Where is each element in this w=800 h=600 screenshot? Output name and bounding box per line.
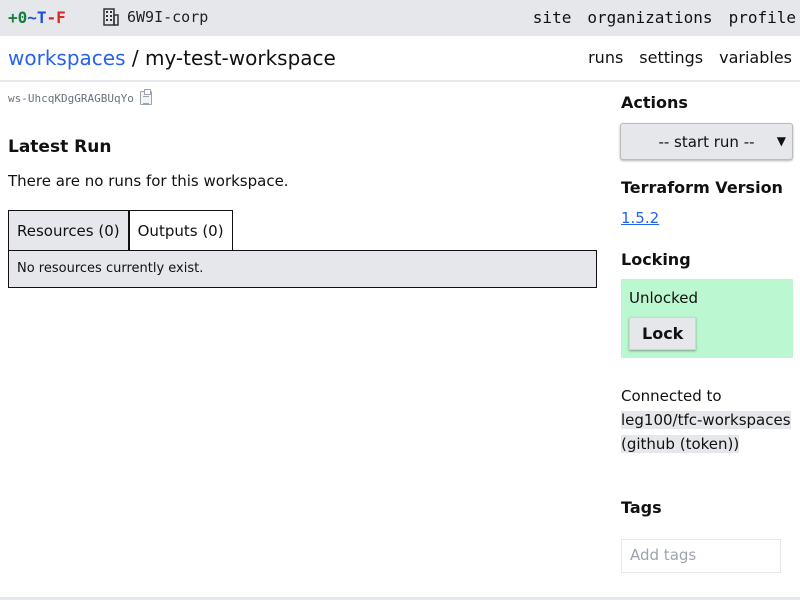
resource-tabs: Resources (0) Outputs (0) xyxy=(8,210,233,250)
tab-runs[interactable]: runs xyxy=(588,48,623,67)
lock-status-box: Unlocked Lock xyxy=(621,279,793,358)
page-header: workspaces / my-test-workspace runs sett… xyxy=(0,36,800,82)
breadcrumb-separator: / xyxy=(131,46,139,70)
lock-button[interactable]: Lock xyxy=(629,317,697,350)
tab-variables[interactable]: variables xyxy=(719,48,792,67)
vcs-connection: Connected to leg100/tfc-workspaces (gith… xyxy=(621,384,793,456)
tags-input[interactable]: Add tags xyxy=(621,539,781,573)
tab-resources[interactable]: Resources (0) xyxy=(8,210,129,250)
actions-heading: Actions xyxy=(621,93,688,112)
nav-profile[interactable]: profile xyxy=(729,8,796,27)
start-run-select[interactable]: -- start run -- ▼ xyxy=(620,123,793,160)
logo-plus: +0 xyxy=(8,8,28,27)
terraform-version-heading: Terraform Version xyxy=(621,178,783,197)
organization-link[interactable]: 6W9I-corp xyxy=(103,8,208,26)
locking-heading: Locking xyxy=(621,250,691,269)
tab-outputs[interactable]: Outputs (0) xyxy=(128,210,233,250)
workspace-title: my-test-workspace xyxy=(144,46,336,70)
start-run-selected: -- start run -- xyxy=(658,132,755,151)
top-bar: +0~T-F 6W9I-corp site organizations prof… xyxy=(0,0,800,36)
lock-state: Unlocked xyxy=(629,289,698,307)
connected-label: Connected to xyxy=(621,387,722,405)
otf-logo[interactable]: +0~T-F xyxy=(8,8,66,27)
workspace-id: ws-UhcqKDgGRAGBUqYo xyxy=(8,89,152,105)
nav-organizations[interactable]: organizations xyxy=(587,8,712,27)
nav-site[interactable]: site xyxy=(533,8,572,27)
organization-name: 6W9I-corp xyxy=(127,8,209,26)
no-resources-message: No resources currently exist. xyxy=(17,261,204,276)
connected-repo: leg100/tfc-workspaces (github (token)) xyxy=(621,411,791,453)
tags-heading: Tags xyxy=(621,498,662,517)
chevron-down-icon: ▼ xyxy=(776,134,786,148)
clipboard-icon[interactable] xyxy=(139,89,152,105)
workspace-nav: runs settings variables xyxy=(588,48,792,67)
workspace-id-text: ws-UhcqKDgGRAGBUqYo xyxy=(8,91,134,105)
resources-panel: No resources currently exist. xyxy=(8,250,597,288)
terraform-version-link[interactable]: 1.5.2 xyxy=(621,209,659,227)
no-runs-message: There are no runs for this workspace. xyxy=(8,172,289,190)
latest-run-heading: Latest Run xyxy=(8,137,112,157)
tab-settings[interactable]: settings xyxy=(639,48,703,67)
logo-minus: -F xyxy=(46,8,66,27)
building-icon xyxy=(103,8,119,26)
breadcrumb: workspaces / my-test-workspace xyxy=(8,46,336,70)
breadcrumb-workspaces-link[interactable]: workspaces xyxy=(8,46,126,70)
logo-tilde: ~T xyxy=(27,8,47,27)
top-nav: site organizations profile xyxy=(533,8,796,27)
